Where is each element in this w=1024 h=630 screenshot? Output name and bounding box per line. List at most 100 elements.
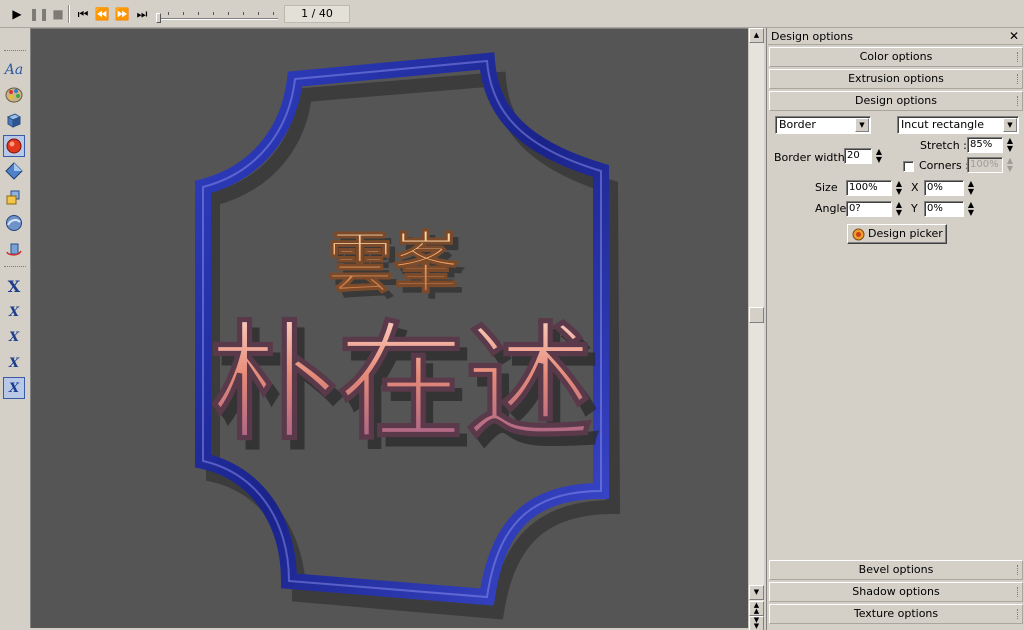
first-frame-icon[interactable]: ⏮ <box>75 6 91 22</box>
border-width-label: Border width <box>774 151 845 164</box>
slider-thumb[interactable] <box>156 13 161 23</box>
section-label: Extrusion options <box>848 72 944 85</box>
prev-frame-icon[interactable]: ⏪ <box>94 6 110 22</box>
bevel-icon[interactable] <box>3 160 25 182</box>
y-offset-spinner[interactable]: ▲ ▼ <box>966 201 976 217</box>
text-tool[interactable]: Aa <box>3 59 25 81</box>
design-picker-icon <box>852 228 865 241</box>
corners-spinner[interactable]: ▲ ▼ <box>1005 157 1015 173</box>
design-type-value: Border <box>779 118 816 131</box>
pause-icon[interactable]: ❚❚ <box>29 6 49 22</box>
slider-tick <box>243 12 244 15</box>
x-ring-icon[interactable]: X <box>3 377 25 399</box>
y-offset-label: Y <box>911 202 918 215</box>
chevron-down-icon[interactable]: ▼ <box>855 118 869 132</box>
slider-tick <box>258 12 259 15</box>
top-text: 雲峯 <box>327 224 460 302</box>
x-offset-spinner[interactable]: ▲ ▼ <box>966 180 976 196</box>
slider-tick <box>228 12 229 15</box>
angle-spinner[interactable]: ▲ ▼ <box>894 201 904 217</box>
close-icon[interactable]: ✕ <box>1008 29 1020 44</box>
x-rotation-icon[interactable]: X <box>3 275 25 297</box>
x-offset-label: X <box>911 181 919 194</box>
design-shape-value: Incut rectangle <box>901 118 984 131</box>
last-frame-icon[interactable]: ⏭ <box>134 6 150 22</box>
x-circle-icon[interactable]: X <box>3 301 25 323</box>
section-label: Design options <box>855 94 937 107</box>
border-width-spinner[interactable]: ▲ ▼ <box>874 148 884 164</box>
scroll-thumb[interactable] <box>749 307 764 323</box>
scroll-up-arrow-icon[interactable]: ▲ <box>749 28 764 43</box>
grip-icon <box>1017 96 1019 106</box>
stretch-label: Stretch : <box>920 139 967 152</box>
x-arc-alt-icon[interactable]: X <box>3 352 25 374</box>
section-label: Bevel options <box>858 563 934 576</box>
chevron-down-icon[interactable]: ▼ <box>1003 118 1017 132</box>
section-texture-options[interactable]: Texture options <box>769 604 1023 624</box>
tool-palette: Aa X X X X X <box>0 42 30 412</box>
corners-label: Corners : <box>919 159 969 172</box>
next-frame-icon[interactable]: ⏩ <box>114 6 130 22</box>
slider-track <box>156 18 278 20</box>
slider-tick <box>198 12 199 15</box>
grip-icon <box>1017 565 1019 575</box>
section-bevel-options[interactable]: Bevel options <box>769 560 1023 580</box>
section-extrusion-options[interactable]: Extrusion options <box>769 69 1023 89</box>
toolbar-separator <box>68 5 70 23</box>
grip-icon <box>1017 609 1019 619</box>
section-label: Shadow options <box>852 585 940 598</box>
size-label: Size <box>815 181 838 194</box>
color-palette-icon[interactable] <box>3 84 25 106</box>
stretch-input[interactable]: 85% <box>967 137 1003 153</box>
section-shadow-options[interactable]: Shadow options <box>769 582 1023 602</box>
canvas-scene: 雲峯 雲峯 朴在述 朴在述 <box>195 52 621 620</box>
grip-icon <box>1017 74 1019 84</box>
panel-title-bar: Design options ✕ <box>768 29 1023 45</box>
rotate-3d-icon[interactable] <box>3 238 25 260</box>
corners-checkbox[interactable] <box>903 161 914 172</box>
section-label: Color options <box>859 50 933 63</box>
frame-slider[interactable] <box>156 6 278 24</box>
design-picker-button[interactable]: Design picker <box>847 224 947 244</box>
page-down-icon[interactable]: ▼ ▼ <box>749 616 764 630</box>
design-canvas[interactable]: 雲峯 雲峯 朴在述 朴在述 <box>30 28 748 628</box>
border-width-input[interactable]: 20 <box>844 148 872 164</box>
section-color-options[interactable]: Color options <box>769 47 1023 67</box>
angle-label: Angle <box>815 202 847 215</box>
slider-tick <box>168 12 169 15</box>
scroll-down-arrow-icon[interactable]: ▼ <box>749 585 764 600</box>
x-arc-icon[interactable]: X <box>3 326 25 348</box>
palette-grip <box>4 266 26 269</box>
angle-input[interactable]: 0? <box>846 201 892 217</box>
canvas-vertical-scrollbar[interactable]: ▲ ▼ ▲ ▲ ▼ ▼ <box>748 28 764 630</box>
slider-tick <box>213 12 214 15</box>
design-type-select[interactable]: Border ▼ <box>775 116 871 134</box>
shadow-icon[interactable] <box>3 186 25 208</box>
size-spinner[interactable]: ▲ ▼ <box>894 180 904 196</box>
grip-icon <box>1017 52 1019 62</box>
y-offset-input[interactable]: 0% <box>924 201 964 217</box>
design-shape-select[interactable]: Incut rectangle ▼ <box>897 116 1019 134</box>
page-up-icon[interactable]: ▲ ▲ <box>749 601 764 616</box>
design-picker-label: Design picker <box>868 227 943 240</box>
corners-input[interactable]: 100% <box>967 157 1003 173</box>
x-offset-input[interactable]: 0% <box>924 180 964 196</box>
main-text: 朴在述 <box>209 308 593 458</box>
stretch-spinner[interactable]: ▲ ▼ <box>1005 137 1015 153</box>
palette-grip <box>4 50 26 53</box>
slider-tick <box>183 12 184 15</box>
panel-title: Design options <box>771 30 853 43</box>
stop-icon[interactable]: ■ <box>50 6 66 22</box>
grip-icon <box>1017 587 1019 597</box>
play-icon[interactable]: ▶ <box>9 6 25 22</box>
playback-toolbar: ▶ ❚❚ ■ ⏮ ⏪ ⏩ ⏭ 1 / 40 <box>0 0 1024 28</box>
size-input[interactable]: 100% <box>846 180 892 196</box>
section-label: Texture options <box>853 607 939 620</box>
section-design-options[interactable]: Design options <box>769 91 1023 111</box>
design-options-icon[interactable] <box>3 135 25 157</box>
slider-tick <box>273 12 274 15</box>
frame-counter: 1 / 40 <box>284 5 350 23</box>
options-panel: Design options ✕ Color options Extrusion… <box>766 28 1024 630</box>
extrusion-icon[interactable] <box>3 109 25 131</box>
texture-icon[interactable] <box>3 212 25 234</box>
